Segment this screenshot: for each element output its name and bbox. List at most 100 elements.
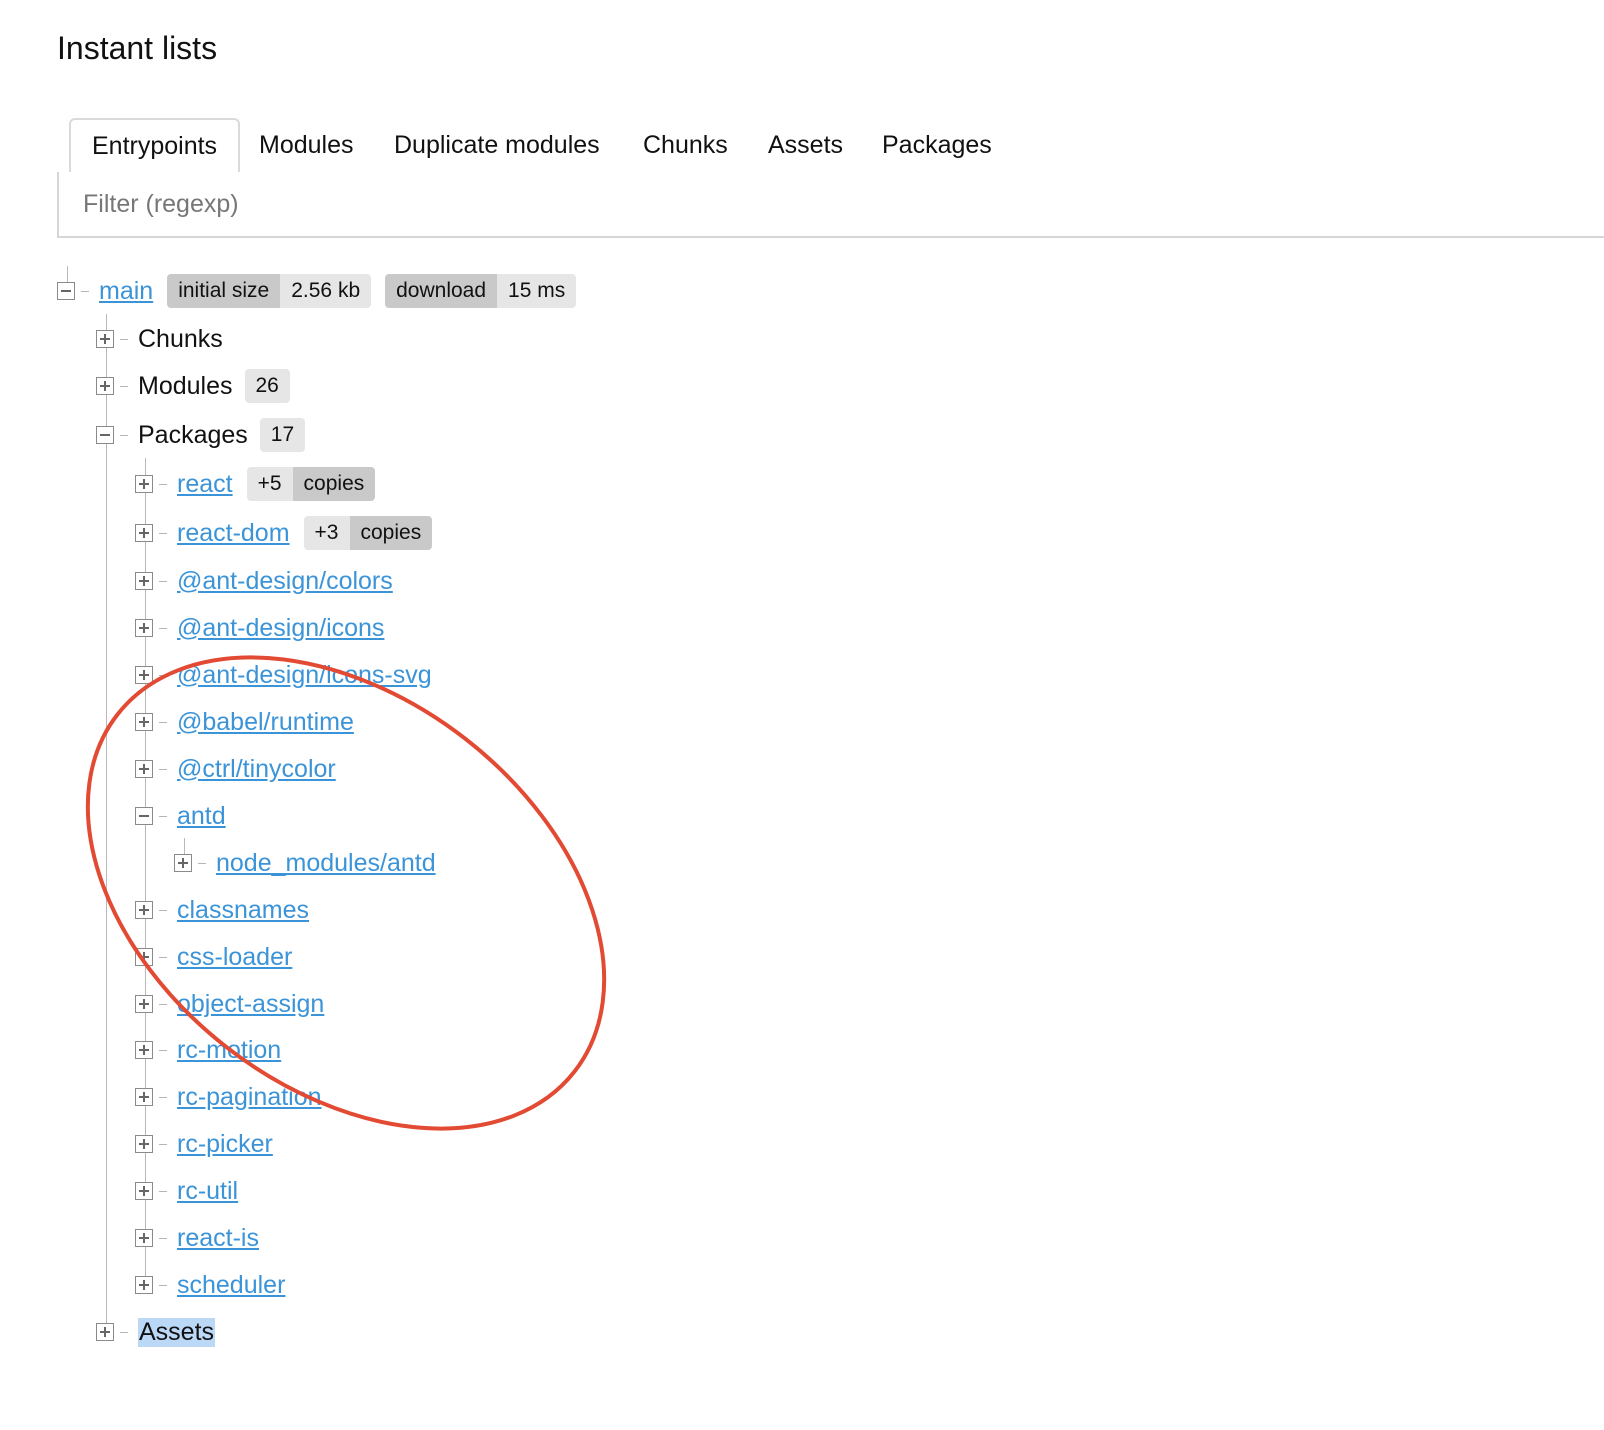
copies-label: copies bbox=[292, 467, 376, 501]
entrypoint-link-main[interactable]: main bbox=[99, 277, 153, 306]
tree-row-modules: Modules 26 bbox=[96, 366, 290, 406]
package-link[interactable]: css-loader bbox=[177, 943, 292, 972]
expand-icon[interactable] bbox=[135, 901, 153, 919]
tab-entrypoints[interactable]: Entrypoints bbox=[69, 118, 241, 174]
filter-input[interactable] bbox=[57, 172, 1604, 238]
collapse-icon[interactable] bbox=[96, 426, 114, 444]
tree-connector bbox=[159, 1049, 167, 1051]
package-link[interactable]: classnames bbox=[177, 896, 309, 925]
tree-connector bbox=[159, 1190, 167, 1192]
tree-guide-line bbox=[106, 314, 107, 1326]
package-path-row: node_modules/antd bbox=[174, 843, 436, 883]
packages-label: Packages bbox=[138, 420, 248, 449]
tree-connector bbox=[120, 338, 128, 340]
package-link[interactable]: @ant-design/icons bbox=[177, 614, 384, 643]
collapse-icon[interactable] bbox=[135, 807, 153, 825]
tree-connector bbox=[120, 1331, 128, 1333]
tree-connector bbox=[159, 627, 167, 629]
assets-label: Assets bbox=[138, 1317, 216, 1347]
copies-count: +5 bbox=[246, 467, 293, 501]
tree-connector bbox=[120, 385, 128, 387]
package-row: classnames bbox=[135, 890, 309, 930]
package-link[interactable]: rc-picker bbox=[177, 1130, 273, 1159]
tab-duplicate-modules[interactable]: Duplicate modules bbox=[373, 118, 621, 172]
tree-connector bbox=[159, 1003, 167, 1005]
packages-count-badge: 17 bbox=[259, 418, 306, 452]
download-badge: download 15 ms bbox=[385, 274, 577, 308]
package-row: react-dom +3 copies bbox=[135, 513, 433, 553]
package-link[interactable]: scheduler bbox=[177, 1271, 285, 1300]
expand-icon[interactable] bbox=[96, 330, 114, 348]
package-row: @ant-design/icons-svg bbox=[135, 655, 432, 695]
expand-icon[interactable] bbox=[135, 1276, 153, 1294]
expand-icon[interactable] bbox=[135, 572, 153, 590]
expand-icon[interactable] bbox=[135, 666, 153, 684]
package-link[interactable]: @ant-design/colors bbox=[177, 567, 393, 596]
tree-connector bbox=[159, 674, 167, 676]
expand-icon[interactable] bbox=[135, 524, 153, 542]
package-link[interactable]: rc-pagination bbox=[177, 1083, 322, 1112]
package-link[interactable]: react-is bbox=[177, 1224, 259, 1253]
tree-connector bbox=[159, 483, 167, 485]
expand-icon[interactable] bbox=[96, 1323, 114, 1341]
initial-size-label: initial size bbox=[167, 274, 281, 308]
expand-icon[interactable] bbox=[135, 619, 153, 637]
package-link[interactable]: react-dom bbox=[177, 519, 290, 548]
copies-count: +3 bbox=[303, 516, 350, 550]
tree-connector bbox=[159, 815, 167, 817]
package-row: scheduler bbox=[135, 1265, 285, 1305]
tab-modules[interactable]: Modules bbox=[238, 118, 375, 172]
modules-label: Modules bbox=[138, 371, 233, 400]
package-row: rc-picker bbox=[135, 1124, 273, 1164]
expand-icon[interactable] bbox=[135, 948, 153, 966]
package-row: rc-pagination bbox=[135, 1077, 322, 1117]
initial-size-value: 2.56 kb bbox=[280, 274, 372, 308]
package-row: @babel/runtime bbox=[135, 702, 354, 742]
package-link[interactable]: @babel/runtime bbox=[177, 708, 354, 737]
package-link[interactable]: rc-motion bbox=[177, 1036, 281, 1065]
tab-assets[interactable]: Assets bbox=[747, 118, 864, 172]
package-link[interactable]: @ant-design/icons-svg bbox=[177, 661, 432, 690]
tree-connector bbox=[159, 1284, 167, 1286]
copies-badge: +3 copies bbox=[303, 516, 433, 550]
tree-connector bbox=[198, 862, 206, 864]
expand-icon[interactable] bbox=[135, 475, 153, 493]
tab-packages[interactable]: Packages bbox=[861, 118, 1013, 172]
package-row: react-is bbox=[135, 1218, 259, 1258]
expand-icon[interactable] bbox=[135, 1088, 153, 1106]
package-link[interactable]: react bbox=[177, 470, 233, 499]
expand-icon[interactable] bbox=[135, 1182, 153, 1200]
package-link[interactable]: antd bbox=[177, 802, 226, 831]
package-link[interactable]: object-assign bbox=[177, 990, 324, 1019]
expand-icon[interactable] bbox=[135, 760, 153, 778]
expand-icon[interactable] bbox=[135, 1041, 153, 1059]
page-title: Instant lists bbox=[57, 30, 218, 66]
expand-icon[interactable] bbox=[135, 1229, 153, 1247]
tree-connector bbox=[159, 956, 167, 958]
tree-row-packages: Packages 17 bbox=[96, 415, 306, 455]
package-path-link[interactable]: node_modules/antd bbox=[216, 849, 436, 878]
initial-size-badge: initial size 2.56 kb bbox=[167, 274, 372, 308]
expand-icon[interactable] bbox=[135, 713, 153, 731]
package-row-antd: antd bbox=[135, 796, 226, 836]
package-row: @ctrl/tinycolor bbox=[135, 749, 336, 789]
package-row: css-loader bbox=[135, 937, 292, 977]
package-row: rc-motion bbox=[135, 1030, 281, 1070]
package-link[interactable]: @ctrl/tinycolor bbox=[177, 755, 336, 784]
expand-icon[interactable] bbox=[96, 377, 114, 395]
tree-connector bbox=[159, 768, 167, 770]
expand-icon[interactable] bbox=[135, 995, 153, 1013]
package-row: @ant-design/icons bbox=[135, 608, 384, 648]
tree-connector bbox=[159, 909, 167, 911]
collapse-icon[interactable] bbox=[57, 282, 75, 300]
package-row: react +5 copies bbox=[135, 464, 376, 504]
tree-connector bbox=[120, 434, 128, 436]
expand-icon[interactable] bbox=[174, 854, 192, 872]
download-value: 15 ms bbox=[497, 274, 577, 308]
package-link[interactable]: rc-util bbox=[177, 1177, 238, 1206]
package-row: object-assign bbox=[135, 984, 324, 1024]
tree-connector bbox=[159, 532, 167, 534]
expand-icon[interactable] bbox=[135, 1135, 153, 1153]
tree-connector bbox=[81, 290, 89, 292]
tab-chunks[interactable]: Chunks bbox=[622, 118, 749, 172]
